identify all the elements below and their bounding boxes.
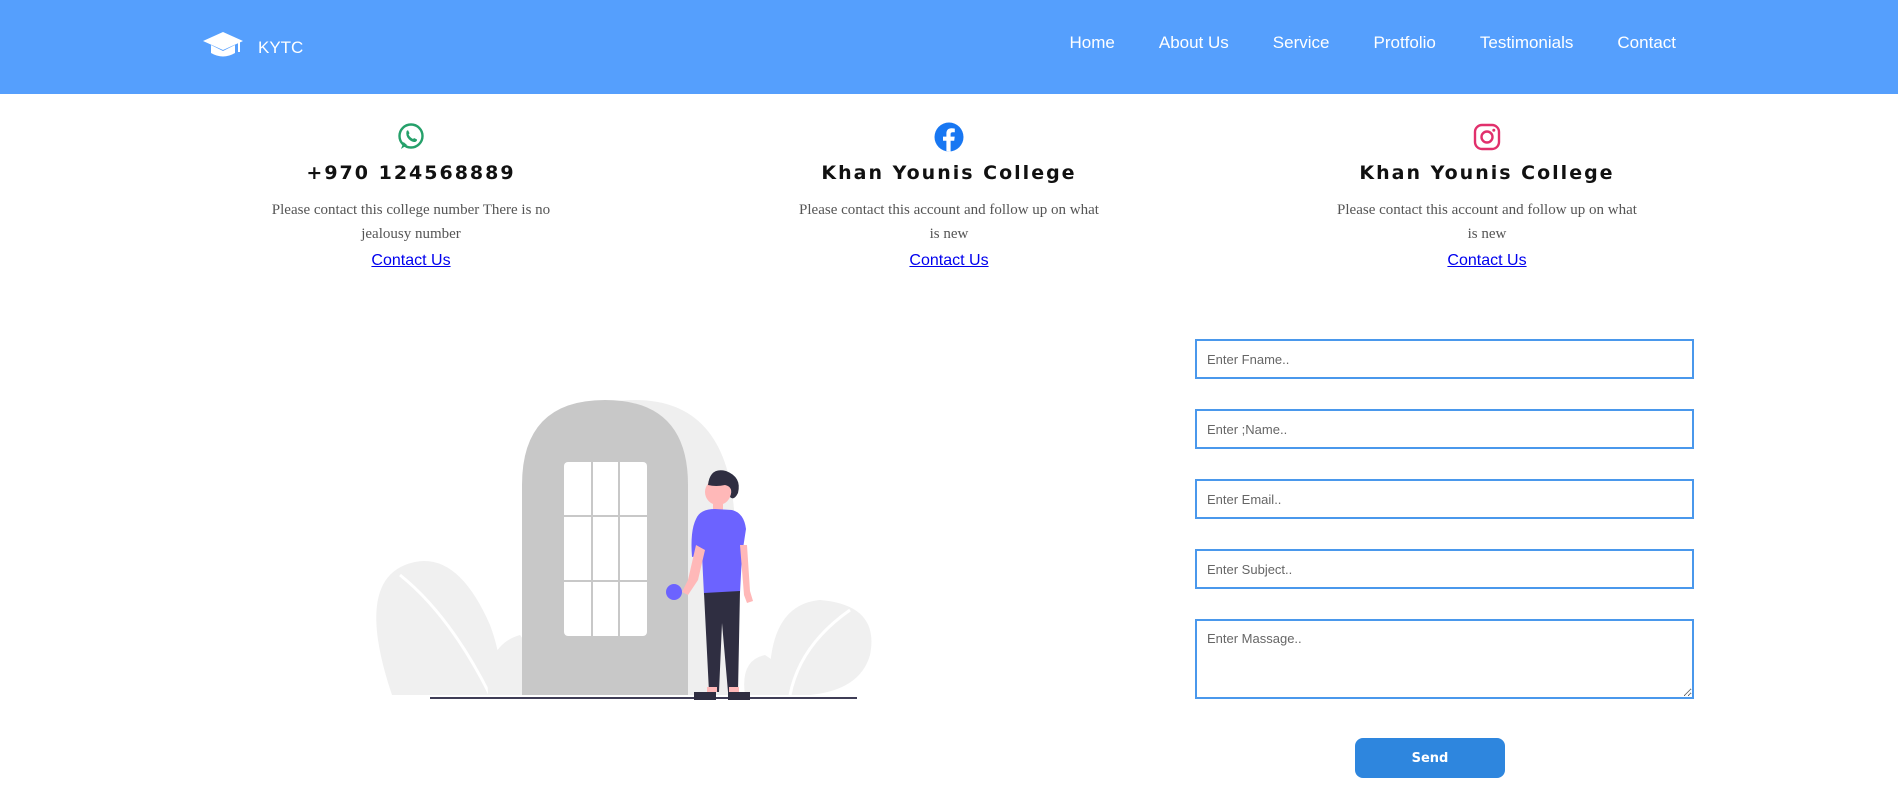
email-input[interactable]	[1195, 479, 1694, 519]
contact-us-link[interactable]: Contact Us	[371, 252, 450, 270]
nav-home[interactable]: Home	[1070, 33, 1115, 53]
whatsapp-icon	[398, 123, 424, 149]
door-illustration	[376, 400, 872, 700]
brand-name: KYTC	[258, 38, 304, 57]
last-name-input[interactable]	[1195, 409, 1694, 449]
graduation-cap-icon	[203, 32, 243, 57]
card-description: Please contact this college number There…	[271, 202, 551, 242]
instagram-icon	[1473, 123, 1501, 151]
contact-card-facebook: Khan Younis College Please contact this …	[789, 122, 1109, 270]
nav-contact[interactable]: Contact	[1617, 33, 1676, 53]
contact-us-link[interactable]: Contact Us	[1447, 252, 1526, 270]
send-button[interactable]: Send	[1355, 738, 1505, 778]
message-textarea[interactable]	[1195, 619, 1694, 699]
nav-portfolio[interactable]: Protfolio	[1373, 33, 1435, 53]
card-description: Please contact this account and follow u…	[799, 202, 1099, 242]
contact-card-whatsapp: +970 124568889 Please contact this colle…	[251, 122, 571, 270]
subject-input[interactable]	[1195, 549, 1694, 589]
contact-card-instagram: Khan Younis College Please contact this …	[1327, 122, 1647, 270]
card-title: Khan Younis College	[1359, 162, 1615, 184]
card-title: Khan Younis College	[821, 162, 1077, 184]
facebook-icon	[934, 122, 964, 152]
nav-about-us[interactable]: About Us	[1159, 33, 1229, 53]
navbar: KYTC Home About Us Service Protfolio Tes…	[0, 0, 1898, 94]
card-description: Please contact this account and follow u…	[1337, 202, 1637, 242]
nav-service[interactable]: Service	[1273, 33, 1330, 53]
contact-us-link[interactable]: Contact Us	[909, 252, 988, 270]
brand[interactable]: KYTC	[202, 30, 303, 60]
nav-testimonials[interactable]: Testimonials	[1480, 33, 1574, 53]
card-title: +970 124568889	[306, 162, 516, 184]
nav-menu: Home About Us Service Protfolio Testimon…	[1026, 33, 1677, 53]
first-name-input[interactable]	[1195, 339, 1694, 379]
